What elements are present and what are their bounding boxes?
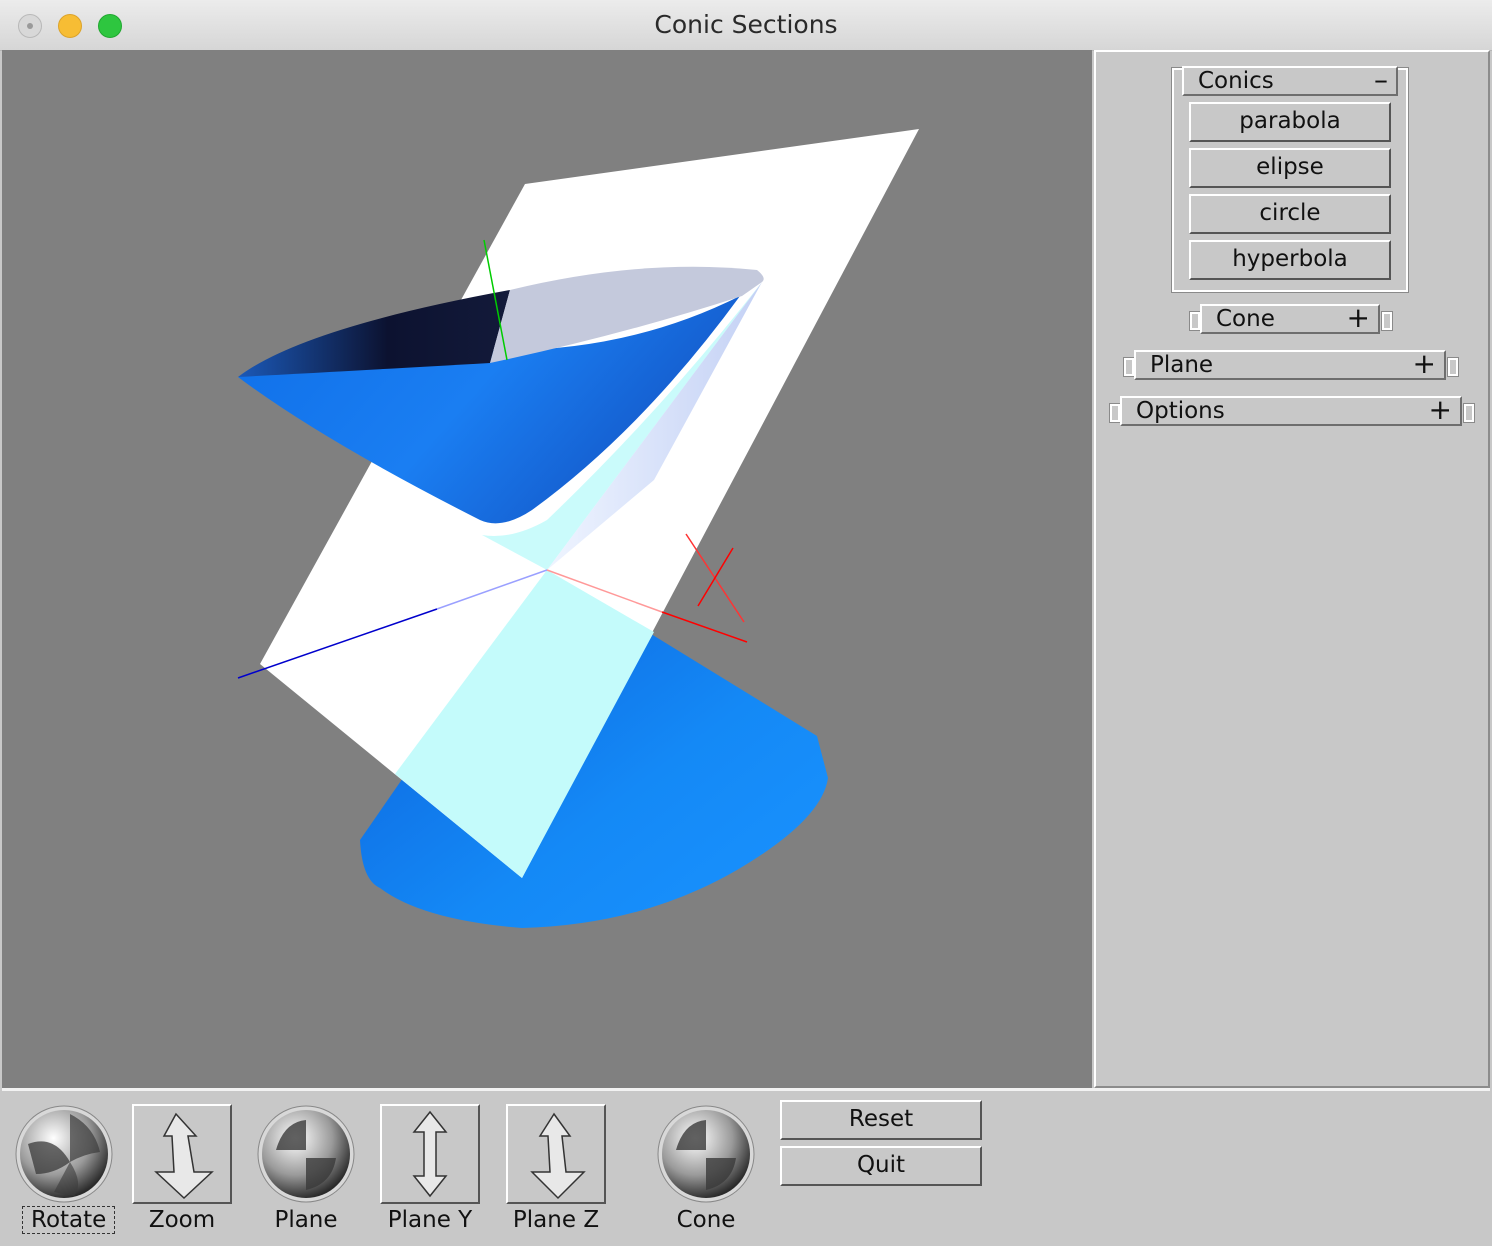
expand-icon[interactable]: + xyxy=(1429,395,1452,425)
collapse-icon[interactable]: – xyxy=(1374,65,1388,95)
plane-y-arrow-icon xyxy=(412,1110,448,1198)
conic-scene[interactable] xyxy=(2,50,1092,1088)
plane-rollout-header[interactable]: Plane + xyxy=(1134,349,1446,380)
plane-z-control[interactable] xyxy=(506,1104,606,1204)
options-rollout-header[interactable]: Options + xyxy=(1120,395,1462,426)
cone-label: Cone xyxy=(676,1207,736,1233)
cone-rollout-label: Cone xyxy=(1216,306,1275,332)
plane-label: Plane xyxy=(274,1207,338,1233)
parabola-button[interactable]: parabola xyxy=(1189,102,1391,142)
cone-upper-interior xyxy=(238,290,510,377)
zoom-control[interactable] xyxy=(132,1104,232,1204)
plane-rollout-label: Plane xyxy=(1150,352,1214,378)
conics-rollout-label: Conics xyxy=(1198,68,1274,94)
axis-x-line xyxy=(661,611,748,643)
gl-viewport[interactable] xyxy=(2,50,1092,1088)
rotate-ball-icon[interactable] xyxy=(14,1104,114,1204)
cone-rollout-left-bracket xyxy=(1189,311,1201,331)
cone-rollout-right-bracket xyxy=(1381,311,1393,331)
options-rollout-label: Options xyxy=(1136,398,1225,424)
hyperbola-button[interactable]: hyperbola xyxy=(1189,240,1391,280)
options-rollout-right-bracket xyxy=(1463,403,1475,423)
plane-y-label: Plane Y xyxy=(387,1207,473,1233)
rotate-label: Rotate xyxy=(22,1206,116,1234)
window-title: Conic Sections xyxy=(654,10,838,39)
plane-z-label: Plane Z xyxy=(512,1207,600,1233)
reset-button[interactable]: Reset xyxy=(780,1100,982,1140)
zoom-arrow-icon xyxy=(154,1112,214,1200)
app-window: Conic Sections Conics – parabola elipse … xyxy=(0,0,1492,1246)
conics-rollout-header[interactable]: Conics – xyxy=(1182,65,1398,96)
cone-ball-icon[interactable] xyxy=(656,1104,756,1204)
cone-rollout-header[interactable]: Cone + xyxy=(1200,303,1380,334)
plane-ball-icon[interactable] xyxy=(256,1104,356,1204)
expand-icon[interactable]: + xyxy=(1347,303,1370,333)
quit-button[interactable]: Quit xyxy=(780,1146,982,1186)
zoom-label: Zoom xyxy=(148,1207,216,1233)
expand-icon[interactable]: + xyxy=(1413,349,1436,379)
plane-rollout-right-bracket xyxy=(1447,357,1459,377)
plane-z-arrow-icon xyxy=(530,1112,586,1200)
elipse-button[interactable]: elipse xyxy=(1189,148,1391,188)
options-rollout-left-bracket xyxy=(1109,403,1121,423)
circle-button[interactable]: circle xyxy=(1189,194,1391,234)
title-bar: Conic Sections xyxy=(0,0,1492,51)
plane-y-control[interactable] xyxy=(380,1104,480,1204)
plane-rollout-left-bracket xyxy=(1123,357,1135,377)
